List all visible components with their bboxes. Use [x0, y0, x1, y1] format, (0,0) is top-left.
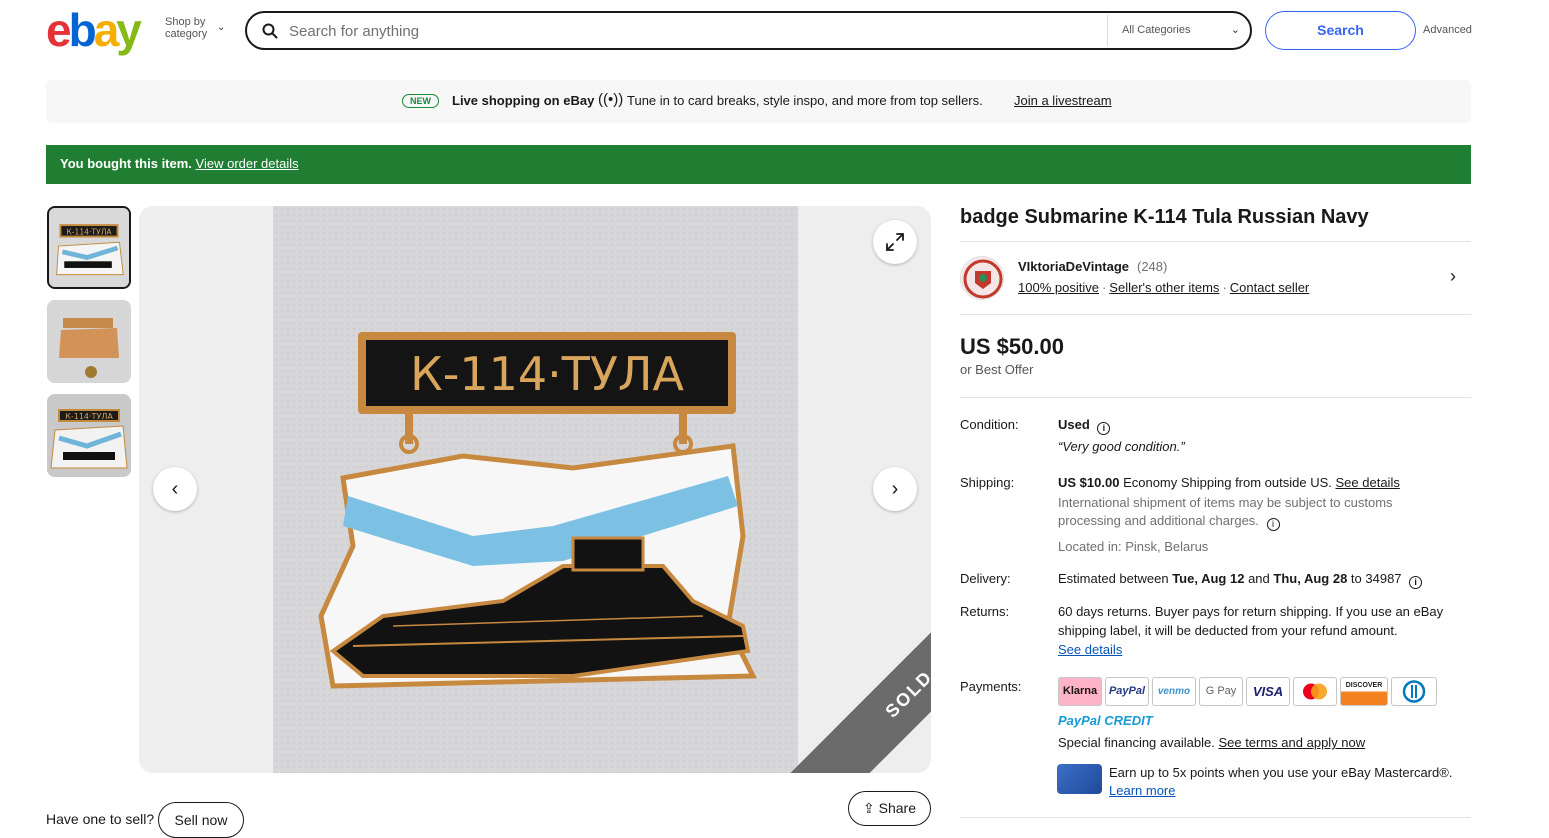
shipping-label: Shipping:	[960, 475, 1015, 490]
new-badge: NEW	[402, 94, 439, 108]
returns-label: Returns:	[960, 604, 1010, 619]
next-image-button[interactable]: ›	[873, 467, 917, 511]
search-icon	[262, 23, 278, 39]
seller-feedback-count: (248)	[1137, 259, 1168, 274]
badge-photo: К-114·ТУЛА	[273, 206, 798, 773]
thumbnail-badge-text: К-114·ТУЛА	[65, 412, 113, 421]
earn-points-text: Earn up to 5x points when you use your e…	[1109, 765, 1453, 798]
learn-more-link[interactable]: Learn more	[1109, 783, 1175, 798]
chevron-down-icon: ⌄	[217, 22, 226, 33]
live-banner-text: Tune in to card breaks, style inspo, and…	[627, 93, 983, 108]
sold-ribbon: SOLD	[783, 568, 931, 773]
positive-feedback-link[interactable]: 100% positive	[1018, 280, 1099, 295]
seller-links: 100% positive · Seller's other items · Conta…	[1018, 280, 1310, 295]
live-shopping-banner: NEW Live shopping on eBay ((•)) Tune in …	[46, 80, 1471, 123]
search-input[interactable]	[287, 19, 1087, 43]
item-location: Located in: Pinsk, Belarus	[1058, 539, 1209, 554]
returns-line2: shipping label, it will be deducted from…	[1058, 623, 1398, 638]
venmo-logo: venmo	[1152, 677, 1196, 706]
advanced-search-link[interactable]: Advanced	[1423, 24, 1472, 36]
listing-title: badge Submarine K-114 Tula Russian Navy	[960, 206, 1369, 228]
ebay-mastercard-icon	[1057, 764, 1102, 794]
diners-club-icon	[1402, 680, 1426, 703]
info-icon[interactable]: i	[1266, 518, 1280, 531]
sellers-other-items-link[interactable]: Seller's other items	[1109, 280, 1219, 295]
expand-icon	[886, 233, 904, 251]
delivery-label: Delivery:	[960, 571, 1011, 586]
visa-logo: VISA	[1246, 677, 1290, 706]
divider	[960, 241, 1471, 242]
sell-now-button[interactable]: Sell now	[158, 802, 244, 838]
seller-avatar[interactable]	[960, 256, 1004, 300]
discover-logo: DISCOVER	[1340, 677, 1388, 706]
payments-label: Payments:	[960, 679, 1022, 694]
shipping-value: US $10.00 Economy Shipping from outside …	[1058, 475, 1400, 490]
paypal-logo: PayPal	[1105, 677, 1149, 706]
previous-image-button[interactable]: ‹	[153, 467, 197, 511]
category-select[interactable]: All Categories ⌄	[1107, 15, 1250, 46]
mastercard-icon	[1303, 683, 1327, 700]
thumbnail-2[interactable]	[47, 300, 131, 383]
divider	[960, 397, 1471, 398]
customs-note-line1: International shipment of items may be s…	[1058, 495, 1393, 510]
returns-see-details-link[interactable]: See details	[1058, 641, 1122, 659]
search-button[interactable]: Search	[1265, 11, 1416, 50]
divider	[960, 817, 1471, 818]
badge-text: К-114·ТУЛА	[410, 347, 684, 401]
financing-text: Special financing available. See terms a…	[1058, 735, 1366, 750]
klarna-logo: Klarna	[1058, 677, 1102, 706]
google-pay-logo: G Pay	[1199, 677, 1243, 706]
thumbnail-3[interactable]: К-114·ТУЛА	[47, 394, 131, 477]
customs-note-line2: processing and additional charges. i	[1058, 512, 1280, 531]
shop-by-category-button[interactable]: Shop by category ⌄	[165, 16, 225, 40]
thumbnail-1[interactable]: К-114·ТУЛА	[47, 206, 131, 289]
divider	[960, 314, 1471, 315]
thumbnail-badge-text: К-114·ТУЛА	[66, 228, 112, 237]
delivery-estimate: Estimated between Tue, Aug 12 and Thu, A…	[1058, 570, 1423, 589]
share-button[interactable]: ⇪ Share	[848, 791, 931, 826]
item-price: US $50.00	[960, 334, 1064, 359]
diners-club-logo	[1391, 677, 1437, 706]
mastercard-logo	[1293, 677, 1337, 706]
shipping-see-details-link[interactable]: See details	[1336, 475, 1400, 490]
info-icon[interactable]: i	[1097, 422, 1111, 435]
contact-seller-link[interactable]: Contact seller	[1230, 280, 1309, 295]
chevron-right-icon[interactable]: ›	[1450, 266, 1456, 287]
seller-name[interactable]: VIktoriaDeVintage	[1018, 259, 1129, 274]
purchase-notice: You bought this item. View order details	[46, 145, 1471, 184]
ebay-logo[interactable]: ebay	[46, 4, 142, 56]
chevron-down-icon: ⌄	[1230, 24, 1240, 36]
join-livestream-link[interactable]: Join a livestream	[1014, 93, 1112, 108]
view-order-details-link[interactable]: View order details	[196, 156, 299, 171]
paypal-credit-logo: PayPal CREDIT	[1058, 713, 1153, 728]
condition-label: Condition:	[960, 417, 1019, 432]
expand-image-button[interactable]	[873, 220, 917, 264]
broadcast-icon: ((•))	[598, 91, 624, 108]
info-icon[interactable]: i	[1409, 576, 1423, 589]
main-image-viewer: К-114·ТУЛА SOLD	[139, 206, 931, 773]
returns-line1: 60 days returns. Buyer pays for return s…	[1058, 604, 1444, 619]
live-banner-title: Live shopping on eBay	[452, 93, 595, 108]
see-terms-link[interactable]: See terms and apply now	[1218, 735, 1365, 750]
best-offer-label: or Best Offer	[960, 362, 1034, 377]
condition-note: “Very good condition.”	[1058, 439, 1185, 454]
share-icon: ⇪	[863, 800, 875, 816]
have-one-to-sell-label: Have one to sell?	[46, 811, 155, 827]
condition-value: Used i	[1058, 416, 1111, 435]
search-bar: All Categories ⌄	[245, 11, 1252, 50]
